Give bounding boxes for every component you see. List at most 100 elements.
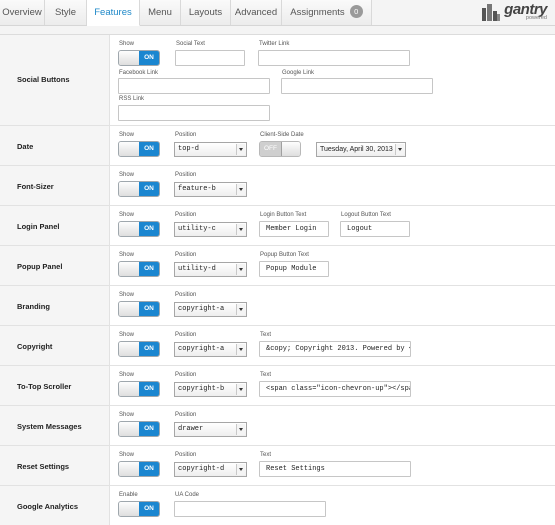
text-label: Text — [260, 452, 272, 458]
logout-button-text-label: Logout Button Text — [341, 212, 391, 218]
show-toggle[interactable]: ON — [118, 421, 160, 437]
show-label: Show — [119, 41, 135, 47]
date-format-select[interactable]: Tuesday, April 30, 2013 — [316, 142, 406, 157]
show-toggle[interactable]: ON — [118, 221, 160, 237]
to-top-text-input[interactable]: <span class="icon-chevron-up"></span> — [259, 381, 411, 397]
position-select[interactable]: utility-c — [174, 222, 247, 237]
chevron-down-icon — [236, 384, 245, 395]
position-select[interactable]: feature-b — [174, 182, 247, 197]
enable-toggle[interactable]: ON — [118, 501, 160, 517]
facebook-link-label: Facebook Link — [119, 70, 159, 76]
gantry-logo: gantry powered — [481, 2, 547, 22]
facebook-link-input[interactable] — [118, 78, 270, 94]
text-label: Text — [260, 332, 272, 338]
show-label: Show — [119, 372, 135, 378]
google-link-input[interactable] — [281, 78, 433, 94]
show-toggle[interactable]: ON — [118, 181, 160, 197]
row-to-top-scroller: To-Top Scroller Show ON Position copyrig… — [0, 366, 555, 406]
chevron-down-icon — [236, 304, 245, 315]
rss-link-input[interactable] — [118, 105, 270, 121]
position-label: Position — [175, 252, 197, 258]
position-select[interactable]: copyright-a — [174, 302, 247, 317]
row-label: System Messages — [17, 422, 82, 431]
features-panel: Social Buttons Show ON Social Text Twitt… — [0, 34, 555, 525]
enable-label: Enable — [119, 492, 138, 498]
row-popup-panel: Popup Panel Show ON Position utility-d P… — [0, 246, 555, 286]
row-copyright: Copyright Show ON Position copyright-a T… — [0, 326, 555, 366]
chevron-down-icon — [236, 144, 245, 155]
tab-menu[interactable]: Menu — [140, 0, 181, 25]
position-select[interactable]: utility-d — [174, 262, 247, 277]
ua-code-label: UA Code — [175, 492, 200, 498]
row-social-buttons: Social Buttons Show ON Social Text Twitt… — [0, 35, 555, 126]
row-font-sizer: Font-Sizer Show ON Position feature-b — [0, 166, 555, 206]
show-label: Show — [119, 252, 135, 258]
client-side-date-label: Client-Side Date — [260, 132, 304, 138]
row-label: Date — [17, 142, 34, 151]
show-label: Show — [119, 332, 135, 338]
login-button-text-input[interactable]: Member Login — [259, 221, 329, 237]
position-select[interactable]: copyright-a — [174, 342, 247, 357]
login-button-text-label: Login Button Text — [260, 212, 307, 218]
tab-style[interactable]: Style — [45, 0, 87, 25]
show-label: Show — [119, 132, 135, 138]
twitter-link-input[interactable] — [258, 50, 410, 66]
show-toggle[interactable]: ON — [118, 381, 160, 397]
twitter-link-label: Twitter Link — [259, 41, 290, 47]
position-select[interactable]: top-d — [174, 142, 247, 157]
position-label: Position — [175, 452, 197, 458]
position-label: Position — [175, 292, 197, 298]
social-text-label: Social Text — [176, 41, 205, 47]
show-label: Show — [119, 292, 135, 298]
chevron-down-icon — [236, 424, 245, 435]
show-label: Show — [119, 172, 135, 178]
show-label: Show — [119, 452, 135, 458]
top-tab-bar: Overview Style Features Menu Layouts Adv… — [0, 0, 555, 26]
row-label: To-Top Scroller — [17, 382, 72, 391]
row-reset-settings: Reset Settings Show ON Position copyrigh… — [0, 446, 555, 486]
tab-layouts[interactable]: Layouts — [181, 0, 231, 25]
tab-assignments[interactable]: Assignments 0 — [282, 0, 372, 25]
row-label: Login Panel — [17, 222, 60, 231]
row-label: Google Analytics — [17, 502, 78, 511]
show-toggle[interactable]: ON — [118, 50, 160, 66]
row-label: Social Buttons — [17, 75, 70, 84]
row-login-panel: Login Panel Show ON Position utility-c L… — [0, 206, 555, 246]
client-side-date-toggle[interactable]: OFF — [259, 141, 301, 157]
position-select[interactable]: copyright-b — [174, 382, 247, 397]
show-toggle[interactable]: ON — [118, 261, 160, 277]
popup-button-text-input[interactable]: Popup Module — [259, 261, 329, 277]
chevron-down-icon — [236, 184, 245, 195]
logout-button-text-input[interactable]: Logout — [340, 221, 410, 237]
chevron-down-icon — [236, 264, 245, 275]
row-date: Date Show ON Position top-d Client-Side … — [0, 126, 555, 166]
tab-assignments-label: Assignments — [290, 7, 345, 18]
chevron-down-icon — [236, 464, 245, 475]
tab-advanced[interactable]: Advanced — [231, 0, 282, 25]
assignments-count-badge: 0 — [349, 5, 363, 18]
show-toggle[interactable]: ON — [118, 301, 160, 317]
tab-overview[interactable]: Overview — [0, 0, 45, 25]
row-label: Popup Panel — [17, 262, 63, 271]
row-label: Font-Sizer — [17, 182, 54, 191]
tab-list: Overview Style Features Menu Layouts Adv… — [0, 0, 372, 26]
show-toggle[interactable]: ON — [118, 141, 160, 157]
reset-settings-text-input[interactable]: Reset Settings — [259, 461, 411, 477]
show-label: Show — [119, 212, 135, 218]
tab-features[interactable]: Features — [87, 0, 140, 26]
position-label: Position — [175, 412, 197, 418]
social-text-input[interactable] — [175, 50, 245, 66]
chevron-down-icon — [395, 144, 404, 155]
popup-button-text-label: Popup Button Text — [260, 252, 309, 258]
show-label: Show — [119, 412, 135, 418]
show-toggle[interactable]: ON — [118, 461, 160, 477]
position-select[interactable]: drawer — [174, 422, 247, 437]
chevron-down-icon — [236, 224, 245, 235]
copyright-text-input[interactable]: &copy; Copyright 2013. Powered by <a hre… — [259, 341, 411, 357]
text-label: Text — [260, 372, 272, 378]
row-label: Copyright — [17, 342, 53, 351]
show-toggle[interactable]: ON — [118, 341, 160, 357]
ua-code-input[interactable] — [174, 501, 326, 517]
row-branding: Branding Show ON Position copyright-a — [0, 286, 555, 326]
position-select[interactable]: copyright-d — [174, 462, 247, 477]
